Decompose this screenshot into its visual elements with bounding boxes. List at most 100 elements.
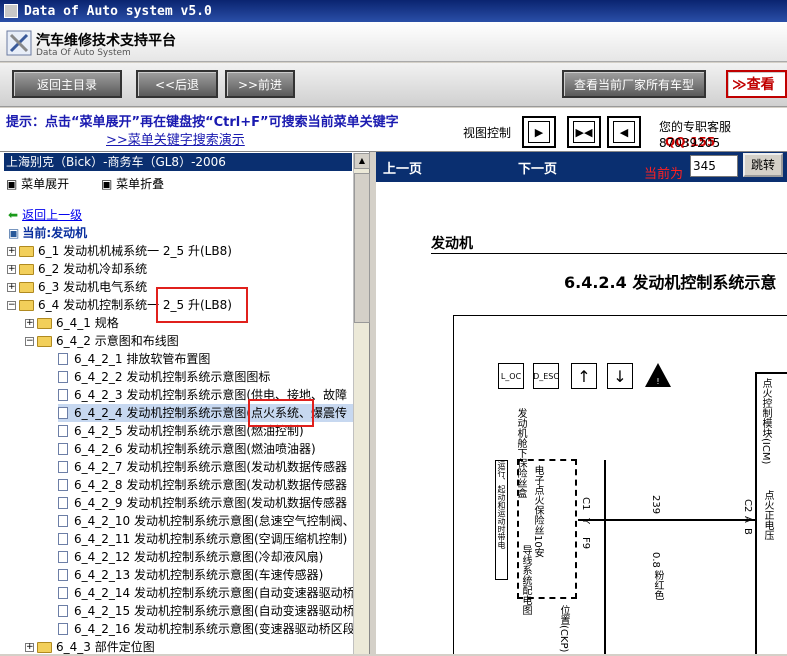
- expand-icon: +: [25, 641, 34, 652]
- tree-item[interactable]: +6_4_3 部件定位图: [25, 638, 155, 656]
- tree-item-label: 6_3 发动机电气系统: [38, 280, 148, 294]
- tree-item[interactable]: +6_1 发动机机械系统一 2_5 升(LB8): [7, 242, 232, 260]
- tree-item[interactable]: 6_4_2_9 发动机控制系统示意图(发动机数据传感器: [58, 494, 347, 512]
- back-up-link[interactable]: ⬅ 返回上一级: [8, 206, 82, 224]
- document-icon: [58, 461, 68, 473]
- tree-item[interactable]: 6_4_2_6 发动机控制系统示意图(燃油喷油器): [58, 440, 316, 458]
- document-icon: [58, 605, 68, 617]
- app-title: 汽车维修技术支持平台: [36, 33, 176, 49]
- app-icon: [4, 4, 18, 18]
- relay-note: 运行、起动和运动时带电: [495, 460, 508, 580]
- collapse-icon: −: [25, 335, 34, 346]
- tree-item-label: 6_4_2_11 发动机控制系统示意图(空调压缩机控制): [74, 532, 348, 546]
- view-partial-button[interactable]: ≫查看: [726, 70, 787, 98]
- pin-c2: C2: [742, 499, 753, 513]
- expand-icon: +: [7, 281, 16, 292]
- wire-239: 239: [650, 495, 661, 515]
- wiring-label: 导线系统配电图: [520, 545, 531, 615]
- collapse-menu-label: 菜单折叠: [116, 177, 165, 191]
- heading-rule: [431, 253, 787, 254]
- view-split-button[interactable]: ▶◀: [567, 116, 601, 148]
- tree-item[interactable]: 6_4_2_7 发动机控制系统示意图(发动机数据传感器: [58, 458, 347, 476]
- pin-c1: C1: [580, 497, 591, 511]
- tree-item[interactable]: 6_4_2_2 发动机控制系统示意图图标: [58, 368, 270, 386]
- tree-item[interactable]: − 6_4_2 示意图和布线图: [25, 332, 179, 350]
- highlight-box: [248, 399, 314, 427]
- hint-text: 提示：点击“菜单展开”再在键盘按“Ctrl+F”可搜索当前菜单关键字: [6, 115, 399, 130]
- tree-item-label: 6_4_2 示意图和布线图: [56, 334, 179, 348]
- tree-item[interactable]: 6_4_2_1 排放软管布置图: [58, 350, 210, 368]
- tree-item[interactable]: +6_3 发动机电气系统: [7, 278, 147, 296]
- desc-icon: D_ESC: [533, 363, 559, 389]
- tree-item[interactable]: +6_4_1 规格: [25, 314, 119, 332]
- wire-color: 粉红色: [652, 570, 663, 600]
- arrow-down-icon: ↓: [607, 363, 633, 389]
- document-icon: [58, 623, 68, 635]
- tree-item[interactable]: +6_2 发动机冷却系统: [7, 260, 147, 278]
- folder-open-icon: [37, 335, 52, 347]
- folder-open-icon: [19, 299, 34, 311]
- view-right-button[interactable]: ▶: [522, 116, 556, 148]
- page-input[interactable]: 345: [690, 155, 738, 177]
- next-button[interactable]: >>前进: [225, 70, 295, 98]
- window-title: Data of Auto system v5.0: [24, 3, 212, 19]
- arrow-left-icon: ◀: [613, 121, 635, 143]
- document-icon: [58, 587, 68, 599]
- expand-menu-label: 菜单展开: [21, 177, 70, 191]
- prev-button[interactable]: <<后退: [136, 70, 218, 98]
- document-heading: 发动机: [431, 236, 473, 252]
- document-icon: [58, 425, 68, 437]
- tree-item-label: 6_4_2_6 发动机控制系统示意图(燃油喷油器): [74, 442, 316, 456]
- document-icon: [58, 497, 68, 509]
- current-node: ▣ 当前:发动机: [8, 224, 87, 242]
- window-titlebar: Data of Auto system v5.0: [0, 0, 787, 22]
- loc-icon-label: L_OC: [500, 371, 522, 381]
- back-main-button[interactable]: 返回主目录: [12, 70, 122, 98]
- tree-item-label: 6_4_2_1 排放软管布置图: [74, 352, 211, 366]
- search-demo-link[interactable]: >>菜单关键字搜索演示: [106, 129, 245, 148]
- expand-menu-button[interactable]: ▣ 菜单展开: [6, 177, 83, 191]
- scroll-thumb[interactable]: [354, 173, 370, 323]
- tree-item[interactable]: 6_4_2_16 发动机控制系统示意图(变速器驱动桥区段: [58, 620, 355, 638]
- scroll-up-icon[interactable]: ▲: [354, 153, 370, 169]
- tree-item[interactable]: 6_4_2_12 发动机控制系统示意图(冷却液风扇): [58, 548, 323, 566]
- tree-item[interactable]: 6_4_2_15 发动机控制系统示意图(自动变速器驱动桥: [58, 602, 355, 620]
- menu-controls: ▣ 菜单展开 ▣ 菜单折叠: [6, 175, 192, 192]
- folder-icon: [37, 317, 52, 329]
- pin-f9: F9: [580, 537, 591, 550]
- tree-item-label: 6_4_2_12 发动机控制系统示意图(冷却液风扇): [74, 550, 324, 564]
- tree-item[interactable]: 6_4_2_8 发动机控制系统示意图(发动机数据传感器: [58, 476, 347, 494]
- support-phone: 87039205: [659, 136, 721, 150]
- tree-item[interactable]: 6_4_2_10 发动机控制系统示意图(怠速空气控制阀、: [58, 512, 355, 530]
- view-left-button[interactable]: ◀: [607, 116, 641, 148]
- car-title: 上海别克（Bick）-商务车（GL8）-2006: [4, 153, 352, 171]
- ign-voltage-label: 点火正电压: [762, 490, 773, 540]
- split-icon: ▶◀: [573, 121, 595, 143]
- fuse-label: 电子点火保险丝10安: [532, 465, 543, 558]
- loc-icon: L_OC: [498, 363, 524, 389]
- tree-item[interactable]: 6_4_2_14 发动机控制系统示意图(自动变速器驱动桥: [58, 584, 355, 602]
- document-icon: [58, 551, 68, 563]
- tree-item-label: 6_4_2_14 发动机控制系统示意图(自动变速器驱动桥: [74, 586, 355, 600]
- prev-page-button[interactable]: 上一页: [383, 158, 422, 177]
- tree-item[interactable]: 6_4_2_13 发动机控制系统示意图(车速传感器): [58, 566, 323, 584]
- tree-item-label: 6_4_2_10 发动机控制系统示意图(怠速空气控制阀、: [74, 514, 355, 528]
- document-icon: [58, 533, 68, 545]
- collapse-menu-button[interactable]: ▣ 菜单折叠: [101, 177, 178, 191]
- wire-gauge: 0.8: [650, 552, 661, 568]
- next-page-button[interactable]: 下一页: [518, 158, 557, 177]
- tree-item-label: 6_4_2_15 发动机控制系统示意图(自动变速器驱动桥: [74, 604, 355, 618]
- folder-icon: [19, 281, 34, 293]
- document-icon: [58, 353, 68, 365]
- view-all-models-button[interactable]: 查看当前厂家所有车型: [562, 70, 706, 98]
- folder-icon: [19, 263, 34, 275]
- document-icon: [58, 371, 68, 383]
- go-button[interactable]: 跳转: [743, 153, 783, 177]
- tree-item[interactable]: 6_4_2_11 发动机控制系统示意图(空调压缩机控制): [58, 530, 347, 548]
- tree-item-label: 6_4_2_13 发动机控制系统示意图(车速传感器): [74, 568, 324, 582]
- sidebar-scrollbar[interactable]: ▲: [353, 153, 370, 654]
- ckp-label: 位置(CKP): [558, 605, 569, 653]
- current-page-label: 当前为: [644, 167, 684, 182]
- support-text: 您的专职客服: [659, 120, 732, 134]
- back-arrow-icon: ⬅: [8, 208, 19, 222]
